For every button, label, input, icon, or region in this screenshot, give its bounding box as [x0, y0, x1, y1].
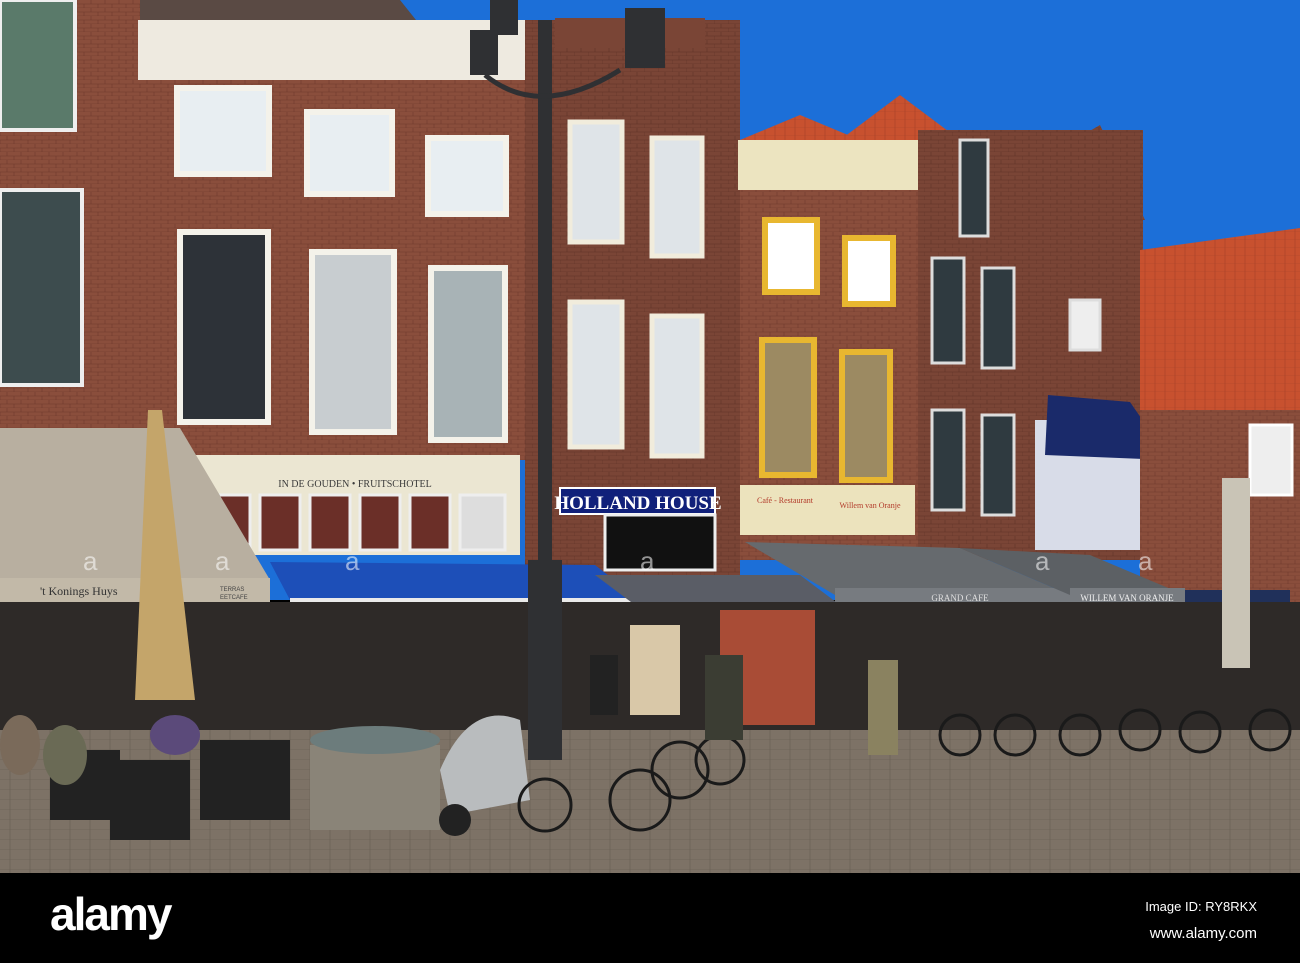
sign-grand-cafe: GRAND CAFE	[931, 593, 989, 603]
sign-fruitschotel: IN DE GOUDEN • FRUITSCHOTEL	[278, 479, 432, 490]
svg-text:a: a	[1138, 546, 1153, 576]
sign-eetcafe: EETCAFE	[220, 595, 248, 601]
blue-awning	[270, 562, 640, 600]
street-photo: IN DE GOUDEN • FRUITSCHOTEL HOLLAND HOUS…	[0, 0, 1300, 963]
image-id: Image ID: RY8RKX	[1145, 899, 1257, 914]
sign-willem-small: Willem van Oranje	[840, 501, 901, 510]
sign-cafe-restaurant: Café - Restaurant	[757, 496, 814, 505]
sign-terras: TERRAS	[220, 587, 244, 593]
svg-text:a: a	[83, 546, 98, 576]
sign-konings-huys: 't Konings Huys	[40, 584, 118, 598]
striped-awning	[595, 575, 840, 605]
alamy-logo: alamy	[50, 888, 173, 940]
building-orange-roof	[1140, 228, 1300, 420]
sign-willem-awning: WILLEM VAN ORANJE	[1080, 593, 1174, 603]
window	[0, 188, 84, 387]
svg-text:a: a	[640, 546, 655, 576]
svg-text:a: a	[345, 546, 360, 576]
svg-text:a: a	[1035, 546, 1050, 576]
closed-umbrella-right	[1222, 478, 1250, 668]
alamy-url: www.alamy.com	[1149, 925, 1257, 942]
photo-canvas: IN DE GOUDEN • FRUITSCHOTEL HOLLAND HOUS…	[0, 0, 1300, 963]
planter-box	[310, 745, 440, 830]
window	[0, 0, 77, 132]
pavement	[0, 730, 1300, 873]
watermark-bar	[0, 873, 1300, 963]
sign-holland-house-text: HOLLAND HOUSE	[554, 493, 721, 514]
svg-text:a: a	[215, 546, 230, 576]
